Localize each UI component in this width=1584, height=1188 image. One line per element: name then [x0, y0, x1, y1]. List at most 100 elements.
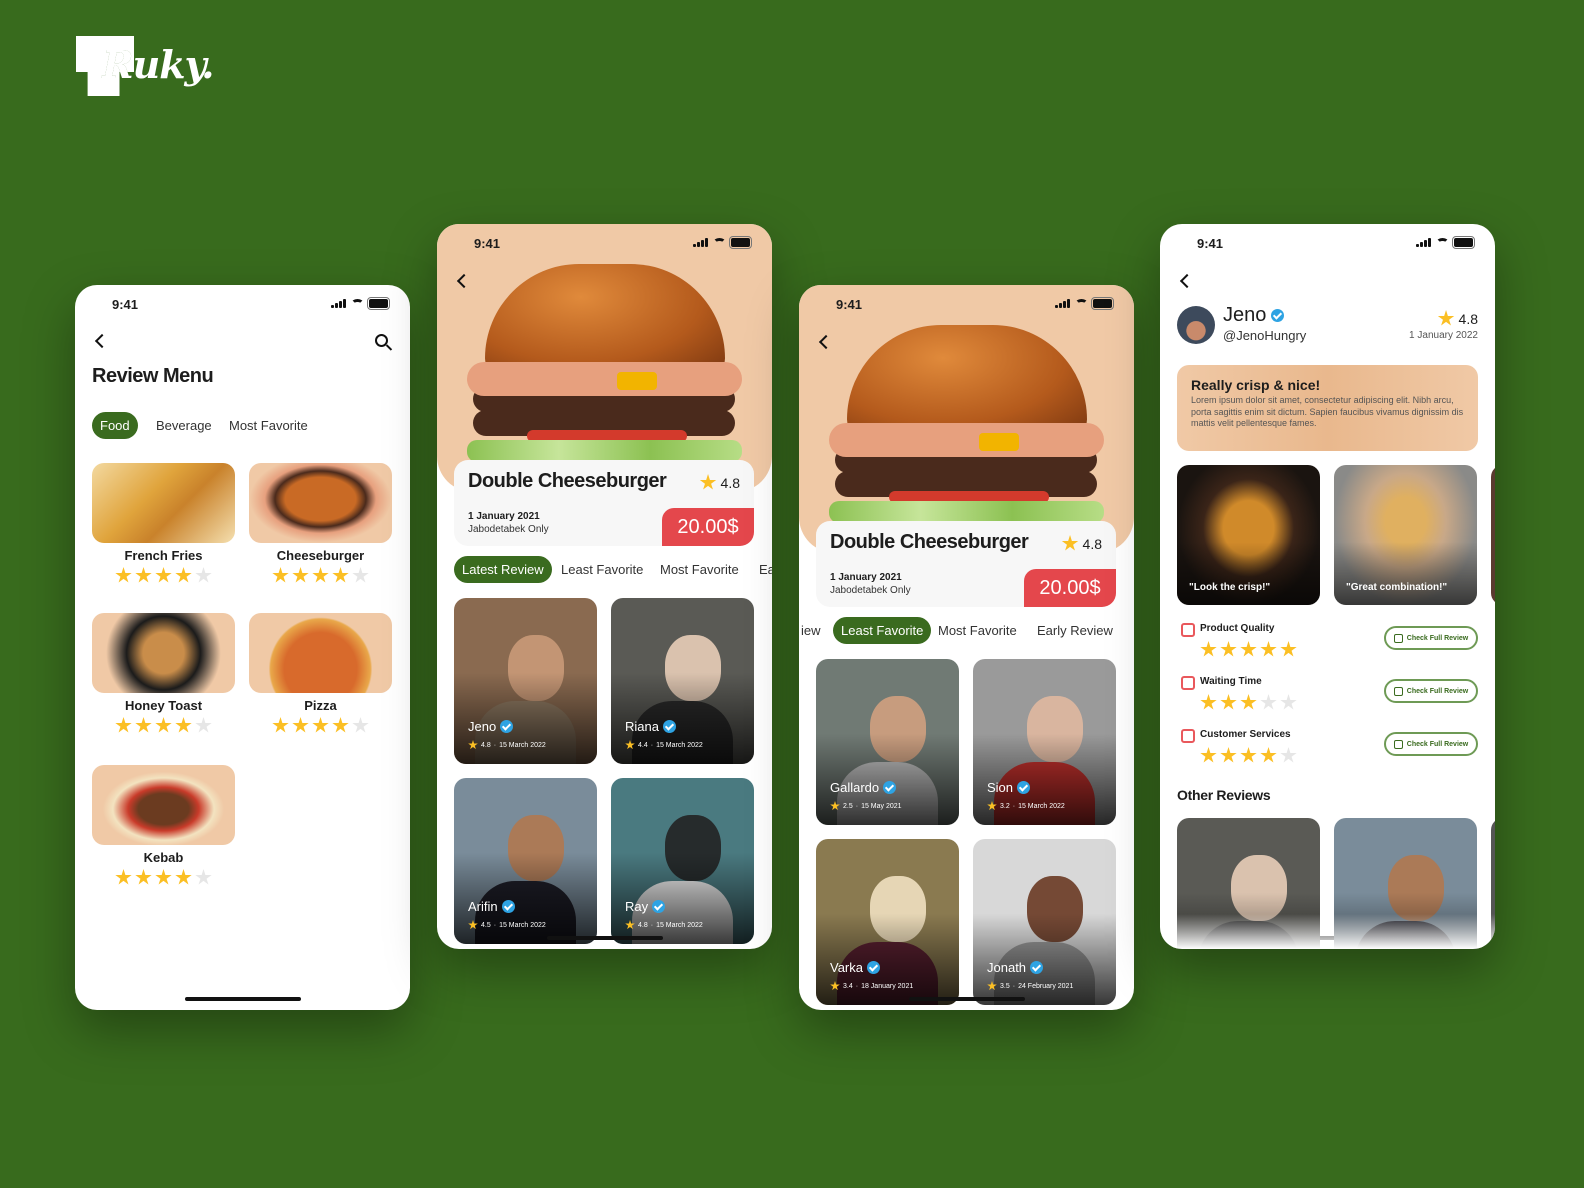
review-rating: 3.5 — [1000, 982, 1010, 990]
star-icon — [1260, 641, 1277, 657]
star-icon — [468, 740, 478, 750]
photo-caption: "Look the crisp!" — [1189, 582, 1271, 593]
price-badge[interactable]: 20.00$ — [662, 508, 754, 546]
star-icon — [195, 567, 212, 583]
tab-ea[interactable]: Ea — [751, 556, 772, 583]
verified-icon — [1271, 309, 1285, 322]
criteria-row: Customer Services Check Full Review — [1177, 727, 1478, 773]
food-card[interactable]: Cheeseburger — [249, 463, 392, 584]
status-icons — [1055, 297, 1114, 310]
verified-icon — [867, 961, 880, 974]
star-icon — [1200, 641, 1217, 657]
brand-logo: Ruky. — [74, 32, 214, 100]
separator — [494, 742, 496, 749]
tab-least-favorite[interactable]: Least Favorite — [833, 617, 932, 644]
quote-body: Lorem ipsum dolor sit amet, consectetur … — [1191, 395, 1464, 429]
star-icon — [332, 567, 349, 583]
check-full-review-button[interactable]: Check Full Review — [1384, 626, 1478, 650]
food-card[interactable]: Pizza — [249, 613, 392, 734]
star-icon — [175, 717, 192, 733]
review-rating: 4.8 — [481, 741, 491, 749]
bottom-fade — [1160, 914, 1495, 949]
review-date: 15 March 2022 — [499, 741, 546, 749]
verified-icon — [501, 900, 515, 913]
star-icon — [135, 717, 152, 733]
product-info-card: Double Cheeseburger 4.8 1 January 2021 Jabo… — [454, 460, 754, 546]
star-icon — [468, 920, 478, 930]
tab-iew[interactable]: iew — [799, 617, 829, 644]
review-card[interactable]: Jeno 4.8 15 March 2022 — [454, 598, 597, 764]
review-card[interactable]: Arifin 4.5 15 March 2022 — [454, 778, 597, 944]
product-title: Double Cheeseburger — [830, 531, 1029, 553]
star-icon — [987, 801, 997, 811]
star-icon — [155, 567, 172, 583]
tab-most-favorite[interactable]: Most Favorite — [930, 617, 1025, 644]
criteria-row: Product Quality Check Full Review — [1177, 621, 1478, 667]
lettuce — [829, 501, 1104, 523]
home-indicator — [547, 936, 663, 940]
review-meta: 2.5 15 May 2021 — [830, 801, 902, 811]
food-image — [249, 613, 392, 693]
price-badge[interactable]: 20.00$ — [1024, 569, 1116, 607]
star-icon — [1240, 641, 1257, 657]
reviewer-name: Ray — [625, 899, 649, 914]
star-icon — [1200, 694, 1217, 710]
food-name: Kebab — [143, 850, 184, 865]
status-icons — [331, 297, 390, 310]
verified-icon — [1030, 961, 1044, 974]
tab-latest-review[interactable]: Latest Review — [454, 556, 552, 583]
star-icon — [292, 717, 309, 733]
star-icon — [1437, 310, 1455, 326]
status-icons — [1416, 236, 1475, 249]
review-photo-partial[interactable] — [1491, 465, 1495, 605]
lettuce — [467, 440, 742, 462]
review-rating: 4.5 — [481, 921, 491, 929]
tab-most-favorite[interactable]: Most Favorite — [221, 412, 316, 439]
check-full-review-button[interactable]: Check Full Review — [1384, 679, 1478, 703]
food-card[interactable]: Honey Toast — [92, 613, 235, 734]
status-time: 9:41 — [112, 297, 139, 312]
star-icon — [292, 567, 309, 583]
screen-detail-least: 9:41 Double Cheeseburger 4.8 1 January 2021… — [799, 285, 1134, 1010]
home-indicator — [909, 997, 1025, 1001]
review-card[interactable]: Jonath 3.5 24 February 2021 — [973, 839, 1116, 1005]
check-full-review-button[interactable]: Check Full Review — [1384, 732, 1478, 756]
search-icon[interactable] — [375, 334, 388, 347]
status-time: 9:41 — [836, 297, 863, 312]
quote-title: Really crisp & nice! — [1191, 377, 1321, 393]
review-photo[interactable]: "Great combination!" — [1334, 465, 1477, 605]
review-rating: 4.8 — [638, 921, 648, 929]
star-icon — [352, 717, 369, 733]
review-card[interactable]: Riana 4.4 15 March 2022 — [611, 598, 754, 764]
tab-early-review[interactable]: Early Review — [1029, 617, 1121, 644]
sauce — [829, 423, 1104, 457]
food-card[interactable]: French Fries — [92, 463, 235, 584]
product-rating: 4.8 — [1061, 535, 1102, 552]
tab-least-favorite[interactable]: Least Favorite — [553, 556, 651, 583]
review-card[interactable]: Sion 3.2 15 March 2022 — [973, 659, 1116, 825]
tab-food[interactable]: Food — [92, 412, 138, 439]
pizza-icon — [1181, 623, 1195, 637]
star-rating — [92, 567, 235, 584]
separator — [651, 922, 653, 929]
page-title: Review Menu — [92, 365, 214, 387]
food-name: French Fries — [124, 548, 203, 563]
review-card[interactable]: Varka 3.4 18 January 2021 — [816, 839, 959, 1005]
star-icon — [155, 717, 172, 733]
review-photo[interactable]: "Look the crisp!" — [1177, 465, 1320, 605]
product-date: 1 January 2021 — [468, 511, 540, 522]
back-icon[interactable] — [1179, 273, 1195, 289]
tab-most-favorite[interactable]: Most Favorite — [652, 556, 747, 583]
food-image — [92, 765, 235, 845]
star-icon — [312, 567, 329, 583]
back-icon[interactable] — [94, 333, 110, 349]
food-image — [249, 463, 392, 543]
star-icon — [272, 567, 289, 583]
star-icon — [699, 474, 717, 490]
review-card[interactable]: Gallardo 2.5 15 May 2021 — [816, 659, 959, 825]
product-region: Jabodetabek Only — [830, 585, 911, 596]
tab-beverage[interactable]: Beverage — [148, 412, 220, 439]
food-card[interactable]: Kebab — [92, 765, 235, 886]
review-card[interactable]: Ray 4.8 15 March 2022 — [611, 778, 754, 944]
product-date: 1 January 2021 — [830, 572, 902, 583]
